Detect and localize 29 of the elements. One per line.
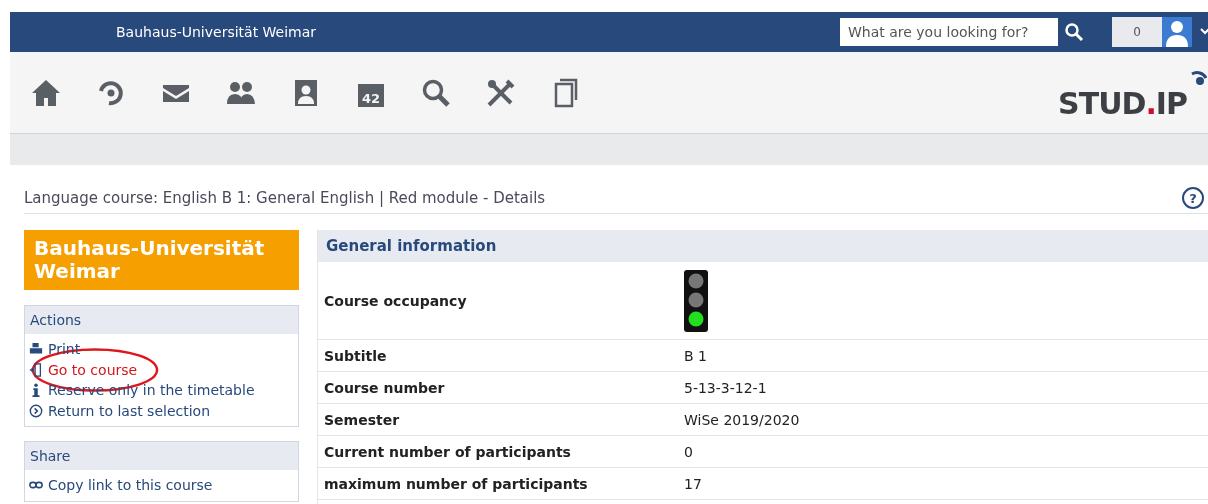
row-label: Semester bbox=[323, 411, 401, 428]
chevron-icon[interactable] bbox=[1200, 28, 1208, 36]
row-label: Subtitle bbox=[323, 347, 388, 364]
help-icon[interactable]: ? bbox=[1182, 187, 1204, 209]
row-value: 17 bbox=[684, 475, 702, 492]
row-value: 5-13-3-12-1 bbox=[684, 379, 767, 396]
widget-title: Share bbox=[25, 442, 298, 470]
sidebar-link[interactable]: Go to course bbox=[29, 359, 294, 380]
avatar-icon[interactable] bbox=[1162, 17, 1192, 47]
sidebar-link[interactable]: Return to last selection bbox=[29, 400, 294, 421]
search-icon[interactable] bbox=[1064, 22, 1084, 42]
row-label: Course occupancy bbox=[323, 292, 468, 309]
brand-banner: Bauhaus-Universität Weimar bbox=[24, 230, 299, 290]
arrow-circle-icon bbox=[29, 403, 43, 418]
section-title: General information bbox=[318, 230, 1208, 262]
site-name[interactable]: Bauhaus-Universität Weimar bbox=[116, 24, 317, 40]
notification-count[interactable]: 0 bbox=[1112, 17, 1162, 47]
row-value: B 1 bbox=[684, 347, 707, 364]
row-label: maximum number of participants bbox=[323, 475, 589, 492]
logo[interactable]: STUD.IP bbox=[1058, 85, 1187, 122]
search-field[interactable]: What are you looking for? bbox=[840, 18, 1058, 46]
page-title: Language course: English B 1: General English | Red module - Details bbox=[24, 189, 547, 207]
row-value: WiSe 2019/2020 bbox=[684, 411, 800, 428]
row-label: Current number of participants bbox=[323, 443, 572, 460]
sidebar-link[interactable]: Copy link to this course bbox=[29, 475, 294, 496]
row-label: Course number bbox=[323, 379, 446, 396]
widget-title: Actions bbox=[25, 306, 298, 334]
door-icon bbox=[29, 362, 43, 377]
row-value: 0 bbox=[684, 443, 693, 460]
